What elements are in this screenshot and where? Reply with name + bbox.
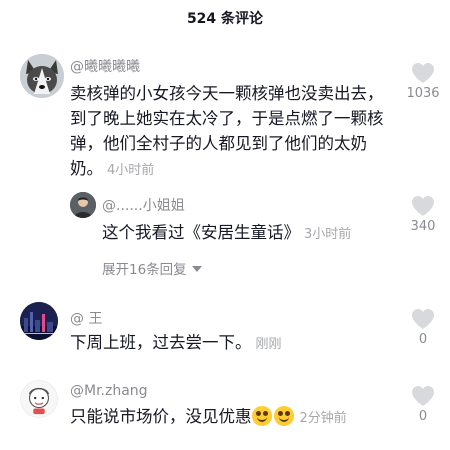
comments-panel: 524 条评论 @曦曦曦曦 卖核弹的小女孩今天一颗核弹也没卖出去，到了晚上她实在…	[0, 0, 450, 450]
avatar[interactable]	[20, 380, 58, 418]
like-count: 1036	[406, 86, 440, 101]
comment-content: 只能说市场价，没见优惠	[70, 407, 252, 426]
like-count: 0	[418, 409, 428, 424]
like-count: 340	[410, 219, 436, 234]
comment-username[interactable]: @曦曦曦曦	[70, 58, 140, 76]
comment-time: 刚刚	[255, 337, 282, 352]
chevron-down-icon	[191, 265, 202, 272]
like-button[interactable]: 0	[403, 385, 443, 425]
heart-icon	[412, 63, 434, 83]
like-count: 0	[418, 332, 428, 347]
comment-content: 下周上班，过去尝一下。	[70, 333, 252, 352]
comment-text: 卖核弹的小女孩今天一颗核弹也没卖出去，到了晚上她实在太冷了，于是点燃了一颗核弹，…	[70, 81, 390, 183]
city-night-icon	[20, 302, 58, 340]
expand-replies-label: 展开16条回复	[102, 262, 187, 278]
cartoon-face-icon	[21, 381, 57, 417]
comment-content: 这个我看过《安居生童话》	[102, 223, 300, 242]
heart-icon	[412, 309, 434, 329]
comment-time: 2分钟前	[299, 411, 347, 426]
avatar[interactable]	[20, 54, 64, 98]
comment-time: 4小时前	[107, 163, 155, 178]
smile-emoji-icon	[273, 406, 294, 426]
like-button[interactable]: 340	[403, 195, 443, 235]
comment-text: 下周上班，过去尝一下。 刚刚	[70, 330, 390, 357]
comments-count-title: 524 条评论	[186, 11, 264, 27]
avatar[interactable]	[20, 302, 58, 340]
smile-emoji-icon	[251, 406, 272, 426]
comment-username[interactable]: @......小姐姐	[102, 197, 185, 215]
comment-text: 这个我看过《安居生童话》 3小时前	[102, 220, 392, 247]
avatar[interactable]	[70, 192, 96, 218]
heart-icon	[412, 386, 434, 406]
comment-username[interactable]: @ 王	[70, 310, 102, 328]
comment-time: 3小时前	[304, 227, 352, 242]
expand-replies-button[interactable]: 展开16条回复	[102, 258, 202, 278]
like-button[interactable]: 1036	[403, 62, 443, 102]
heart-icon	[412, 196, 434, 216]
comment-text: 只能说市场价，没见优惠 2分钟前	[70, 404, 400, 431]
like-button[interactable]: 0	[403, 308, 443, 348]
comment-username[interactable]: @Mr.zhang	[70, 382, 148, 400]
husky-dog-icon	[20, 54, 64, 98]
person-icon	[70, 192, 96, 218]
